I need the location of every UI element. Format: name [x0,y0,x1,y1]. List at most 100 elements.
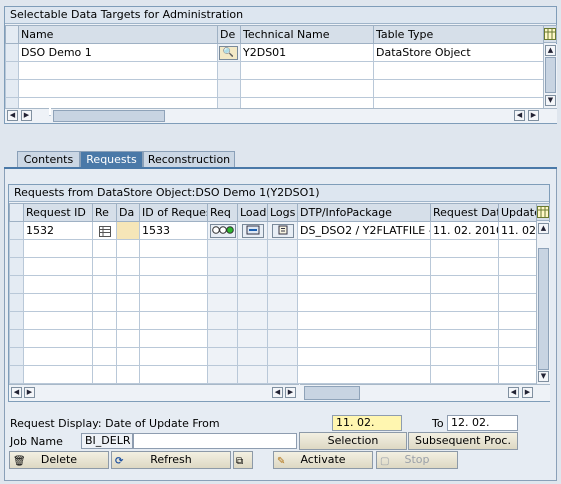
scroll-right-arrow-icon[interactable]: ▶ [21,110,32,121]
scroll-right-arrow-icon[interactable]: ▶ [285,387,296,398]
scroll-right-arrow-icon[interactable]: ▶ [24,387,35,398]
table-row[interactable] [9,365,537,384]
job-name-prefix-field: BI_DELR [81,433,133,449]
table-row[interactable] [9,311,537,330]
scroll-down-arrow-icon[interactable]: ▼ [538,371,549,382]
log-scroll-icon[interactable] [271,223,294,238]
logs-cell[interactable] [267,221,298,240]
magnifier-icon[interactable]: 🔍 [219,45,238,60]
refresh-button[interactable]: ⟳ Refresh [111,451,231,469]
requests-panel: Requests from DataStore Object:DSO Demo … [8,184,550,402]
load-cell[interactable] [237,221,268,240]
data-cell[interactable] [116,221,140,240]
request-status-cell[interactable] [207,221,238,240]
scroll-left-arrow-icon[interactable]: ◀ [508,387,519,398]
scroll-right-arrow-icon[interactable]: ▶ [528,110,539,121]
scroll-right-arrow-icon[interactable]: ▶ [522,387,533,398]
data-targets-panel: Selectable Data Targets for Administrati… [4,6,557,124]
table-row[interactable]: 1532 1533 DS_DSO2 / Y2FLATFILE 11. 02. 2… [9,221,537,240]
date-range-label: Request Display: Date of Update From [10,417,220,430]
job-name-field[interactable] [133,433,297,449]
request-date-cell: 11. 02. 2010 [430,221,499,240]
table-row[interactable] [5,79,544,98]
date-to-label: To [432,417,444,430]
refresh-icon: ⟳ [115,456,124,467]
activate-label: Activate [300,453,346,466]
select-all-corner[interactable] [9,203,24,222]
select-all-corner[interactable] [5,25,19,44]
col-header-da[interactable]: Da [116,203,140,222]
col-header-load[interactable]: Load [237,203,268,222]
scroll-thumb[interactable] [304,386,360,400]
table-detail-icon[interactable] [98,225,111,237]
col-header-id-of-request[interactable]: ID of Reques [139,203,208,222]
activate-pen-icon: ✎ [277,456,286,467]
targets-key-horizontal-scrollbar[interactable]: ◀ ▶ [5,108,49,123]
scroll-thumb[interactable] [545,57,556,93]
table-row[interactable] [9,347,537,366]
data-targets-table: Name De Technical Name Table Type DSO De… [5,25,544,116]
table-settings-icon[interactable] [543,25,557,43]
detail-cell[interactable]: 🔍 [217,43,241,62]
date-to-field[interactable]: 12. 02. 2010 [447,415,518,443]
requests-horizontal-scrollbar[interactable]: ◀ ▶ [300,384,550,401]
requests-table: Request ID Re Da ID of Reques Req Load L… [9,203,537,384]
scroll-left-arrow-icon[interactable]: ◀ [7,110,18,121]
col-header-technical-name[interactable]: Technical Name [240,25,374,44]
job-name-label: Job Name [10,435,63,448]
delete-button[interactable]: 🗑 Delete [9,451,109,469]
stop-icon: ▢ [380,456,390,467]
activate-button[interactable]: ✎ Activate [273,451,373,469]
row-selector[interactable] [9,221,24,240]
table-row[interactable] [5,61,544,80]
tab-reconstruction[interactable]: Reconstruction [143,151,235,168]
subsequent-proc-button[interactable]: Subsequent Proc. [408,432,518,450]
trash-icon: 🗑 [13,456,26,467]
requests-key-horizontal-scrollbar[interactable]: ◀ ▶ ◀ ▶ [9,384,299,401]
targets-vertical-scrollbar[interactable]: ▲ ▼ [543,44,557,108]
col-header-table-type[interactable]: Table Type [373,25,544,44]
col-header-request-date[interactable]: Request Date [430,203,499,222]
row-selector[interactable] [5,43,19,62]
col-header-logs[interactable]: Logs [267,203,298,222]
stop-button[interactable]: ▢ Stop [376,451,458,469]
col-header-req[interactable]: Req [207,203,238,222]
date-from-field[interactable]: 11. 02. 2010 [332,415,402,443]
scroll-up-arrow-icon[interactable]: ▲ [545,45,556,56]
traffic-light-icon[interactable] [209,223,236,238]
col-header-name[interactable]: Name [18,25,218,44]
scroll-left-arrow-icon[interactable]: ◀ [272,387,283,398]
multi-window-button[interactable]: ⧉ [233,451,253,469]
selection-button[interactable]: Selection [299,432,407,450]
scroll-left-arrow-icon[interactable]: ◀ [514,110,525,121]
dtp-infopackage-cell: DS_DSO2 / Y2FLATFILE -> Y2 [297,221,431,240]
load-monitor-icon[interactable] [241,223,264,238]
col-header-request-id[interactable]: Request ID [23,203,93,222]
table-settings-icon[interactable] [536,203,550,221]
scroll-up-arrow-icon[interactable]: ▲ [538,223,549,234]
scroll-left-arrow-icon[interactable]: ◀ [11,387,22,398]
targets-horizontal-scrollbar[interactable]: ◀ ▶ [51,108,557,123]
scroll-down-arrow-icon[interactable]: ▼ [545,95,556,106]
col-header-update[interactable]: Update [498,203,537,222]
table-row[interactable] [9,257,537,276]
table-row[interactable] [9,239,537,258]
table-row[interactable] [9,275,537,294]
scroll-thumb[interactable] [53,110,165,122]
update-cell: 11. 02 [498,221,537,240]
scroll-thumb[interactable] [538,248,549,370]
col-header-de[interactable]: De [217,25,241,44]
col-header-dtp-infopackage[interactable]: DTP/InfoPackage [297,203,431,222]
requests-title: Requests from DataStore Object:DSO Demo … [9,185,549,202]
data-targets-title: Selectable Data Targets for Administrati… [5,7,556,24]
tab-contents[interactable]: Contents [17,151,80,168]
table-row[interactable]: DSO Demo 1 🔍 Y2DS01 DataStore Object [5,43,544,62]
table-row[interactable] [9,329,537,348]
tab-requests[interactable]: Requests [80,151,143,168]
col-header-re[interactable]: Re [92,203,117,222]
request-detail-cell[interactable] [92,221,117,240]
table-type-cell: DataStore Object [373,43,544,62]
stop-label: Stop [404,453,430,466]
requests-vertical-scrollbar[interactable]: ▲ ▼ [536,222,550,384]
table-row[interactable] [9,293,537,312]
